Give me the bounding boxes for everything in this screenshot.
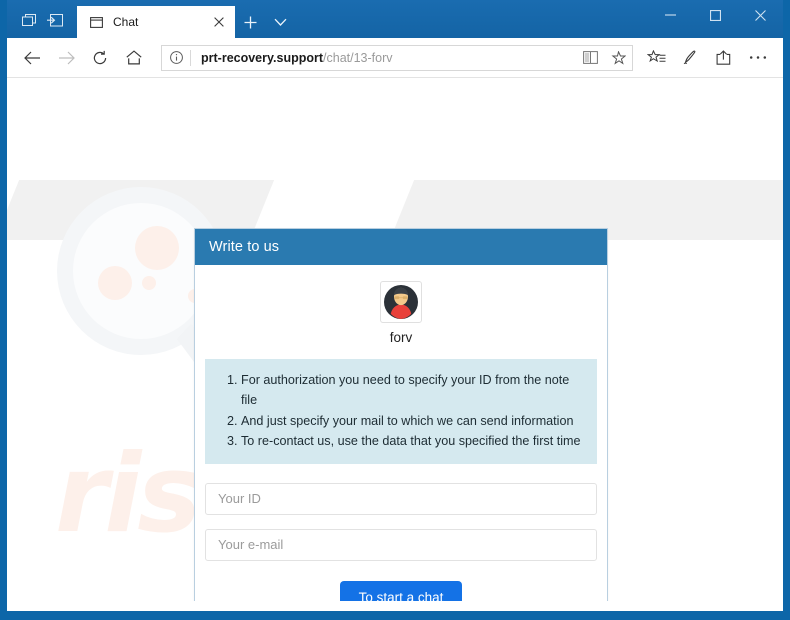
page-icon [88,14,104,30]
id-input[interactable] [205,482,597,515]
tab-chat[interactable]: Chat [77,6,235,38]
page-viewport: risk Write to us forv 1. For authorizati… [7,78,783,601]
card-body: forv For authorization you need to speci… [195,265,607,601]
maximize-button[interactable] [693,0,738,30]
tab-title: Chat [113,15,139,29]
star-icon[interactable] [604,46,632,70]
close-button[interactable] [738,0,783,30]
settings-more-icon[interactable] [741,41,775,75]
address-bar[interactable]: prt-recovery.support/chat/13-forv [161,44,633,71]
list-item: And just specify your mail to which we c… [241,411,583,431]
avatar-name: forv [389,330,413,345]
minimize-button[interactable] [648,0,693,30]
web-note-icon[interactable] [673,41,707,75]
browser-window: Chat prt-recovery.support/chat/13-forv r… [0,0,790,620]
tab-preview-icon[interactable] [16,7,42,33]
url-host: prt-recovery.support [201,50,324,65]
set-tabs-aside-icon[interactable] [42,7,68,33]
start-chat-button[interactable]: To start a chat [339,580,463,601]
info-icon[interactable] [162,46,190,70]
tab-close-icon[interactable] [209,12,229,32]
card-header: Write to us [195,229,607,265]
list-item: For authorization you need to specify yo… [241,370,583,411]
tab-dropdown-button[interactable] [265,6,295,38]
back-button[interactable] [15,41,49,75]
url-path: /chat/13-forv [323,50,393,65]
forward-button[interactable] [49,41,83,75]
tab-strip: Chat [7,0,783,38]
share-icon[interactable] [707,41,741,75]
chat-card: Write to us forv 1. For authorization yo… [194,228,608,601]
window-controls [648,0,783,30]
email-input[interactable] [205,528,597,561]
url-text[interactable]: prt-recovery.support/chat/13-forv [191,51,576,65]
card-title: Write to us [209,239,280,255]
reading-view-icon[interactable] [576,46,604,70]
list-item: To re-contact us, use the data that you … [241,431,583,451]
submit-row: To start a chat [205,580,597,601]
refresh-button[interactable] [83,41,117,75]
instructions-box: For authorization you need to specify yo… [205,359,597,464]
favorites-hub-icon[interactable] [639,41,673,75]
avatar-block: forv [205,281,597,345]
instructions-list: For authorization you need to specify yo… [219,370,583,452]
home-icon[interactable] [117,41,151,75]
avatar [380,281,422,323]
navigation-toolbar: prt-recovery.support/chat/13-forv [7,38,783,78]
new-tab-button[interactable] [235,6,265,38]
